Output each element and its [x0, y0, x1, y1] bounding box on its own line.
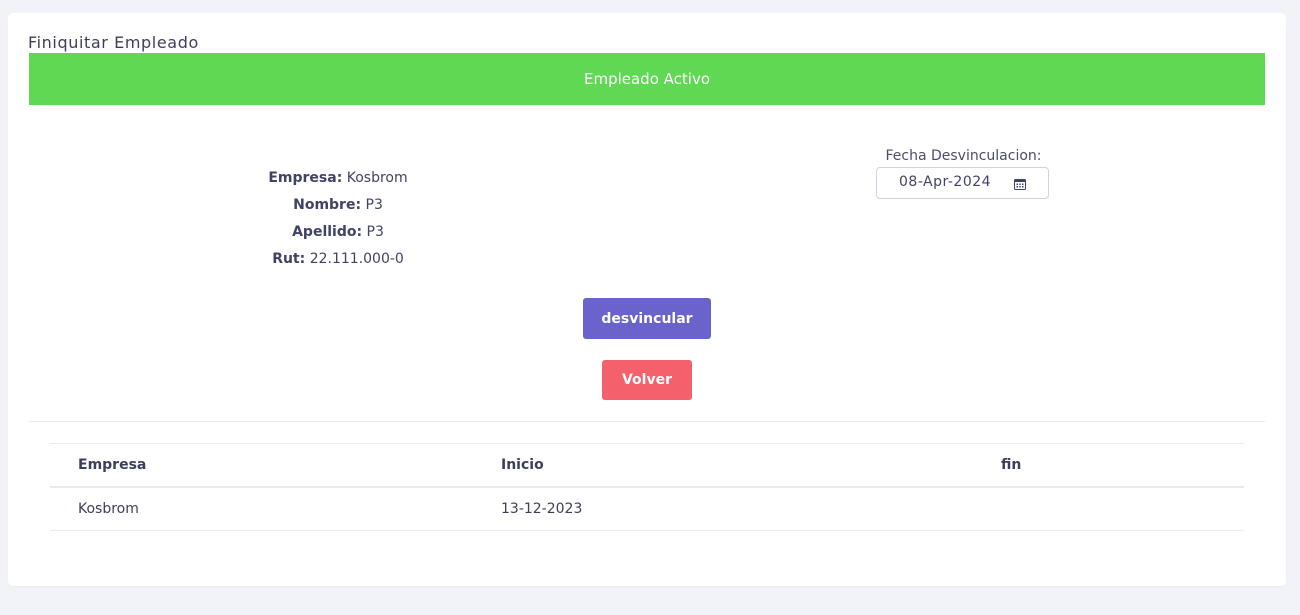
rut-line: Rut: 22.111.000-0 [238, 249, 438, 276]
main-card: Finiquitar Empleado Empleado Activo Empr… [8, 13, 1286, 586]
table-row: Kosbrom 13-12-2023 [50, 488, 1244, 531]
volver-button-label: Volver [621, 372, 672, 388]
volver-button[interactable]: Volver [602, 360, 692, 400]
header-fin: fin [1001, 457, 1022, 473]
nombre-line: Nombre: P3 [238, 195, 438, 222]
header-inicio: Inicio [501, 457, 544, 473]
apellido-label: Apellido: [292, 224, 363, 240]
empresa-value: Kosbrom [346, 170, 408, 186]
rut-label: Rut: [272, 251, 306, 267]
desvincular-button-label: desvincular [601, 310, 693, 327]
header-empresa: Empresa [78, 457, 147, 473]
divider [29, 421, 1265, 422]
apellido-value: P3 [366, 224, 384, 240]
empresa-label: Empresa: [268, 170, 343, 186]
history-table: Empresa Inicio fin Kosbrom 13-12-2023 [50, 443, 1244, 531]
nombre-label: Nombre: [293, 197, 362, 213]
cell-empresa: Kosbrom [78, 501, 139, 517]
status-banner: Empleado Activo [29, 53, 1265, 105]
apellido-line: Apellido: P3 [238, 222, 438, 249]
status-banner-text: Empleado Activo [583, 70, 710, 88]
date-input[interactable]: 08-Apr-2024 [876, 167, 1049, 199]
page-title: Finiquitar Empleado [28, 33, 199, 52]
date-field-label: Fecha Desvinculacion: [885, 148, 1042, 164]
employee-info: Empresa: Kosbrom Nombre: P3 Apellido: P3… [238, 168, 438, 276]
desvincular-button[interactable]: desvincular [583, 298, 711, 339]
nombre-value: P3 [365, 197, 383, 213]
calendar-icon[interactable] [1014, 178, 1026, 190]
cell-inicio: 13-12-2023 [501, 501, 583, 517]
rut-value: 22.111.000-0 [309, 251, 404, 267]
date-input-value[interactable]: 08-Apr-2024 [899, 174, 991, 190]
empresa-line: Empresa: Kosbrom [238, 168, 438, 195]
table-header-row: Empresa Inicio fin [50, 443, 1244, 488]
